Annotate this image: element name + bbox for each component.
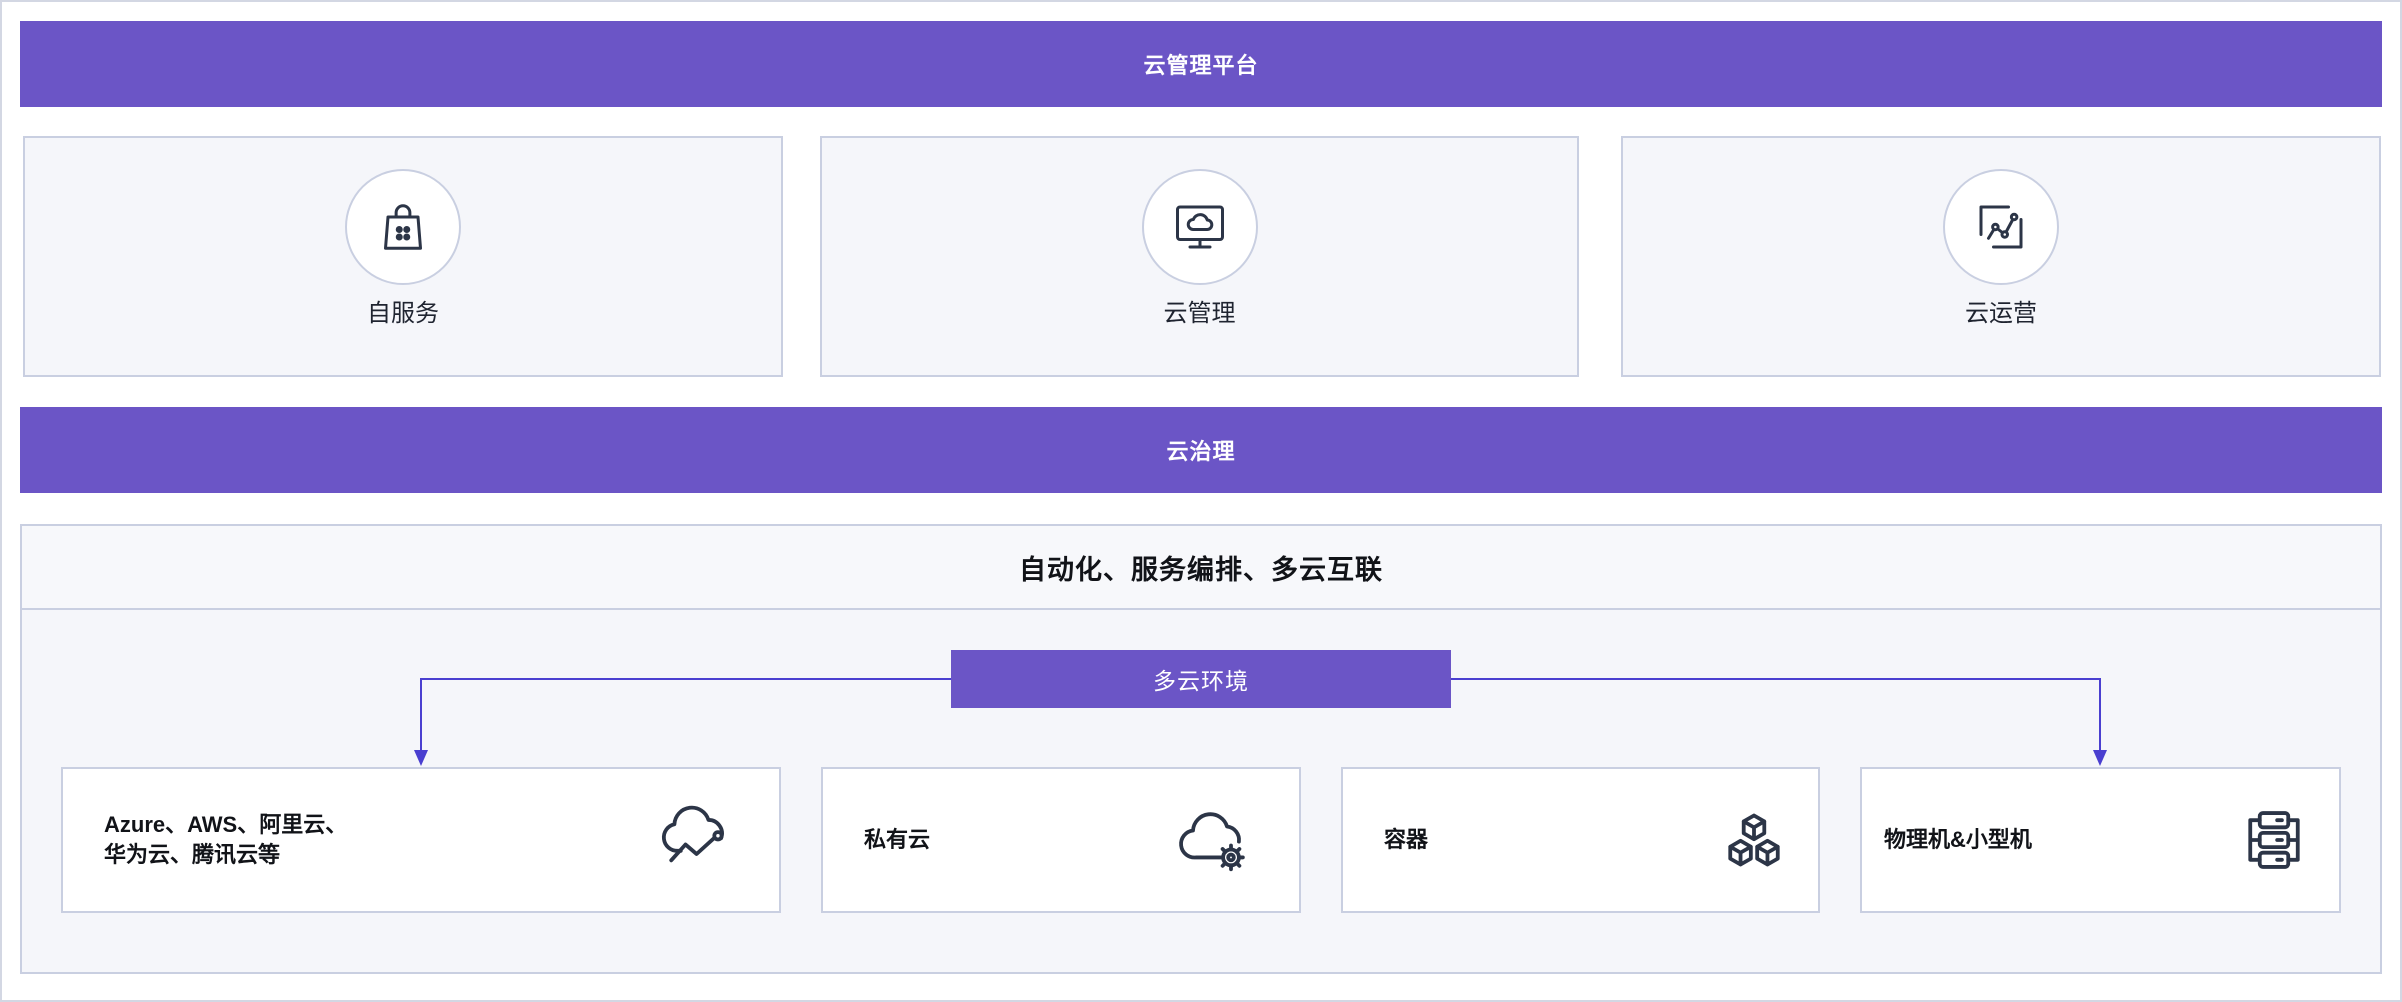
connector-line-left	[420, 678, 951, 751]
multi-cloud-hub: 多云环境	[951, 650, 1451, 708]
hub-label: 多云环境	[1153, 668, 1249, 694]
platform-title-bar: 云管理平台	[20, 21, 2382, 107]
module-label: 云管理	[1163, 300, 1236, 327]
arrow-head-left	[414, 750, 428, 766]
target-label: 容器	[1384, 769, 1428, 911]
governance-title: 云治理	[1166, 439, 1236, 464]
target-containers: 容器	[1341, 767, 1820, 913]
cubes-icon	[1728, 813, 1780, 867]
target-label-line: 私有云	[864, 827, 931, 852]
module-cloud-management: 云管理	[820, 136, 1579, 377]
target-label: 私有云	[864, 769, 930, 911]
module-cloud-operations: 云运营	[1621, 136, 2381, 377]
connector-line-right	[1451, 678, 2101, 751]
arrow-head-right	[2093, 750, 2107, 766]
module-label: 云运营	[1965, 300, 2037, 327]
monitor-cloud-icon	[1175, 205, 1224, 249]
cloud-gear-icon	[1179, 812, 1245, 872]
line-chart-icon	[1979, 205, 2023, 249]
cloud-trend-icon	[661, 805, 724, 863]
server-rack-icon	[2248, 811, 2300, 869]
capabilities-header: 自动化、服务编排、多云互联	[22, 526, 2380, 610]
target-physical-servers: 物理机&小型机	[1860, 767, 2341, 913]
platform-title: 云管理平台	[1143, 53, 1259, 78]
target-label: 物理机&小型机	[1884, 769, 2032, 911]
target-private-cloud: 私有云	[821, 767, 1301, 913]
module-self-service: 自服务	[23, 136, 783, 377]
module-icon-circle	[1141, 169, 1258, 285]
target-label: Azure、AWS、阿里云、 华为云、腾讯云等	[104, 769, 347, 911]
module-label: 自服务	[367, 300, 439, 327]
multi-cloud-environment-panel: 自动化、服务编排、多云互联 多云环境 Azure、AWS、阿里云、 华为云、腾讯…	[20, 524, 2382, 974]
module-icon-circle	[1943, 169, 2059, 285]
target-label-line: 华为云、腾讯云等	[104, 842, 281, 867]
module-icon-circle	[345, 169, 461, 285]
target-label-line: Azure、AWS、阿里云、	[104, 812, 348, 837]
capabilities-title: 自动化、服务编排、多云互联	[1019, 554, 1383, 585]
shopping-bag-icon	[384, 204, 422, 250]
target-label-line: 容器	[1384, 827, 1429, 852]
target-public-clouds: Azure、AWS、阿里云、 华为云、腾讯云等	[61, 767, 781, 913]
governance-title-bar: 云治理	[20, 407, 2382, 493]
target-label-line: 物理机&小型机	[1884, 827, 2032, 852]
